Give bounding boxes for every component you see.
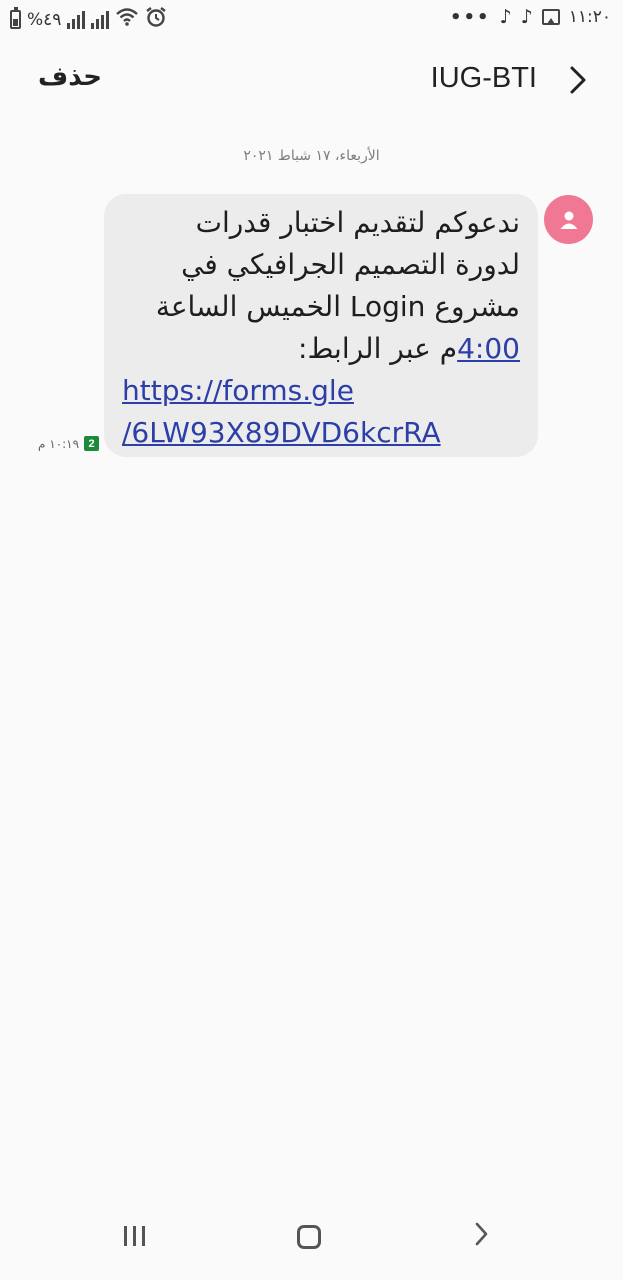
status-left: %٤٩ — [10, 6, 167, 33]
chevron-right-icon — [475, 1222, 488, 1246]
person-icon — [560, 211, 577, 229]
message-text: Login — [349, 290, 426, 323]
status-right: ••• ♪ ♪ ١١:٢٠ — [450, 6, 611, 28]
back-button[interactable] — [563, 62, 593, 98]
contact-title[interactable]: IUG-BTI — [431, 62, 537, 95]
sim-badge: 2 — [84, 436, 100, 451]
message-meta: ١٠:١٩ م 2 — [38, 436, 100, 451]
more-notifications-icon: ••• — [449, 6, 491, 28]
message-line: ندعوكم لتقديم اختبار قدرات — [195, 206, 520, 239]
date-separator: الأربعاء، ١٧ شباط ٢٠٢١ — [243, 148, 380, 164]
message-time: ١٠:١٩ م — [38, 436, 80, 451]
message-line: 4:00م عبر الرابط: — [122, 328, 520, 370]
message-bubble[interactable]: ندعوكم لتقديم اختبار قدرات لدورة التصميم… — [104, 194, 538, 457]
signal-icon — [91, 10, 110, 29]
url-link[interactable]: https://forms.gle — [122, 370, 520, 412]
navigation-bar — [0, 1208, 623, 1280]
wifi-icon — [115, 7, 139, 32]
avatar[interactable] — [544, 195, 593, 244]
url-link[interactable]: /6LW93X89DVD6kcrRA — [122, 412, 520, 454]
alarm-icon — [145, 6, 167, 33]
signal-icon — [67, 10, 86, 29]
home-button[interactable] — [297, 1225, 321, 1249]
message-line: لدورة التصميم الجرافيكي في — [181, 248, 520, 281]
tiktok-icon: ♪ — [520, 6, 533, 28]
battery-percent: %٤٩ — [27, 9, 62, 30]
messages-screen: %٤٩ ••• ♪ ♪ ١١:٢٠ IUG-BTI حذف الأربعاء، … — [0, 0, 623, 1280]
nav-back-button[interactable] — [474, 1220, 490, 1256]
gallery-icon — [541, 9, 560, 25]
battery-icon — [10, 7, 21, 29]
message-text: الخميس الساعة — [155, 290, 350, 323]
tiktok-icon: ♪ — [499, 6, 512, 28]
message-text: م عبر الرابط: — [298, 332, 458, 365]
status-bar: %٤٩ ••• ♪ ♪ ١١:٢٠ — [0, 0, 623, 36]
clock: ١١:٢٠ — [568, 7, 611, 27]
delete-button[interactable]: حذف — [38, 62, 102, 92]
message-text: مشروع — [425, 290, 520, 323]
time-link[interactable]: 4:00 — [457, 332, 520, 365]
recent-apps-button[interactable] — [124, 1226, 145, 1246]
conversation-header: IUG-BTI حذف — [0, 36, 623, 126]
message-line: مشروع Login الخميس الساعة — [122, 286, 520, 328]
chevron-right-icon — [570, 66, 586, 94]
